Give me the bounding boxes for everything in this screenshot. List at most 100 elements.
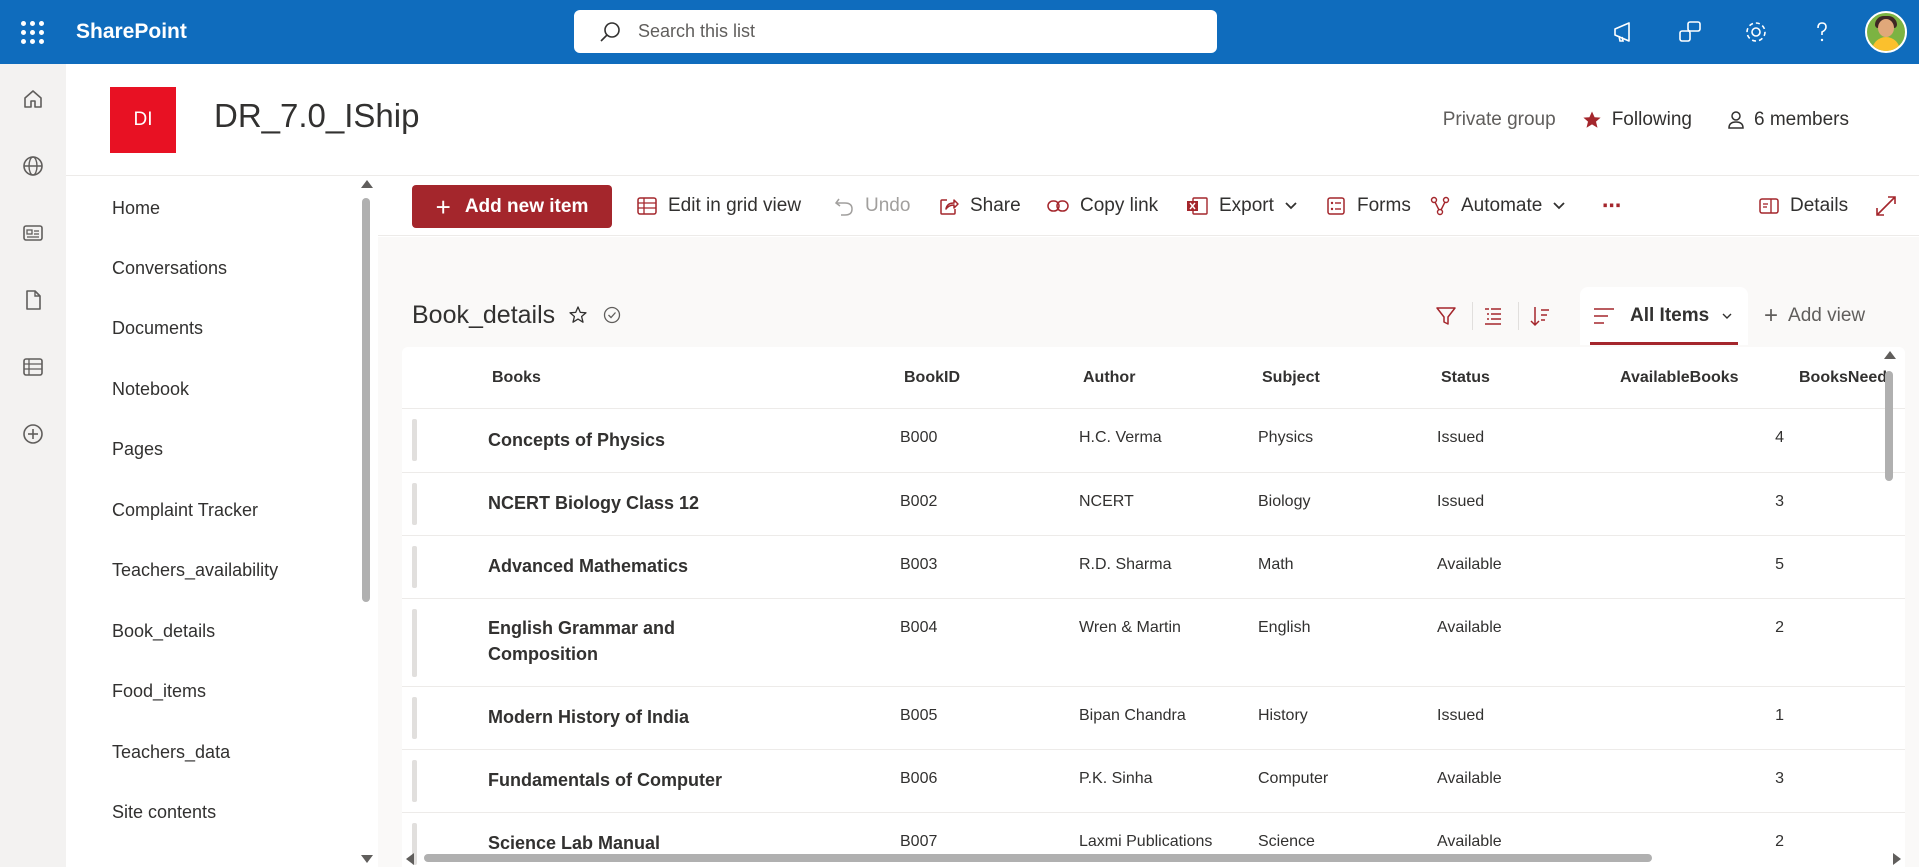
cell-author: Bipan Chandra xyxy=(1079,707,1186,724)
scroll-thumb[interactable] xyxy=(362,198,370,602)
cell-status: Available xyxy=(1437,770,1502,787)
nav-item-pages[interactable]: Pages xyxy=(112,439,163,460)
copy-link-button[interactable]: Copy link xyxy=(1046,176,1158,236)
scroll-thumb[interactable] xyxy=(1885,371,1893,481)
nav-item-teachers-availability[interactable]: Teachers_availability xyxy=(112,560,278,581)
scroll-left-icon[interactable] xyxy=(406,853,414,865)
table-row[interactable]: English Grammar and Composition B004 Wre… xyxy=(402,599,1905,687)
nav-item-documents[interactable]: Documents xyxy=(112,318,203,339)
group-by-button[interactable] xyxy=(1473,287,1513,345)
add-new-item-button[interactable]: + Add new item xyxy=(412,185,612,228)
nav-item-complaint-tracker[interactable]: Complaint Tracker xyxy=(112,500,258,521)
brand-name[interactable]: SharePoint xyxy=(76,20,187,44)
cell-bookid: B004 xyxy=(900,619,938,636)
cell-books[interactable]: English Grammar and Composition xyxy=(488,615,708,667)
column-header-availablebooks[interactable]: AvailableBooks xyxy=(1620,369,1739,387)
home-icon xyxy=(24,89,42,108)
details-label: Details xyxy=(1790,195,1849,216)
appbar-files[interactable] xyxy=(0,266,66,333)
row-select-handle[interactable] xyxy=(412,419,417,461)
expand-button[interactable] xyxy=(1874,176,1908,236)
settings-button[interactable] xyxy=(1723,0,1789,64)
cell-books[interactable]: Advanced Mathematics xyxy=(488,553,708,579)
filter-button[interactable] xyxy=(1426,287,1466,345)
active-view-indicator xyxy=(1590,342,1738,345)
row-select-handle[interactable] xyxy=(412,609,417,677)
site-logo[interactable]: DI xyxy=(110,87,176,153)
nav-item-site-contents[interactable]: Site contents xyxy=(112,802,216,823)
grid-vertical-scrollbar[interactable] xyxy=(1883,347,1896,867)
row-select-handle[interactable] xyxy=(412,483,417,525)
cell-available: 4 xyxy=(1775,429,1784,446)
feedback-button[interactable] xyxy=(1657,0,1723,64)
cell-subject: Math xyxy=(1258,556,1294,573)
more-actions-button[interactable]: ⋯ xyxy=(1602,176,1621,236)
cell-author: R.D. Sharma xyxy=(1079,556,1172,573)
nav-item-food-items[interactable]: Food_items xyxy=(112,681,206,702)
row-select-handle[interactable] xyxy=(412,760,417,802)
help-button[interactable] xyxy=(1789,0,1855,64)
column-header-booksneed[interactable]: BooksNeed xyxy=(1799,369,1887,387)
plus-icon: + xyxy=(435,191,451,222)
table-row[interactable]: Concepts of Physics B000 H.C. Verma Phys… xyxy=(402,409,1905,473)
table-row[interactable]: Modern History of India B005 Bipan Chand… xyxy=(402,687,1905,750)
column-header-author[interactable]: Author xyxy=(1083,369,1135,387)
scroll-thumb[interactable] xyxy=(424,854,1652,862)
undo-button[interactable]: Undo xyxy=(833,176,910,236)
details-button[interactable]: Details xyxy=(1758,176,1848,236)
add-view-button[interactable]: + Add view xyxy=(1764,287,1865,345)
sort-button[interactable] xyxy=(1520,287,1560,345)
scroll-up-icon[interactable] xyxy=(361,180,373,188)
members-button[interactable]: 6 members xyxy=(1726,109,1849,131)
site-title[interactable]: DR_7.0_IShip xyxy=(214,97,419,135)
edit-grid-label: Edit in grid view xyxy=(668,195,802,216)
export-button[interactable]: Export xyxy=(1185,176,1308,236)
cell-books[interactable]: Modern History of India xyxy=(488,704,708,730)
share-icon xyxy=(940,199,959,215)
nav-scrollbar[interactable] xyxy=(360,176,373,867)
scroll-down-icon[interactable] xyxy=(361,855,373,863)
automate-button[interactable]: Automate xyxy=(1429,176,1576,236)
table-row[interactable]: NCERT Biology Class 12 B002 NCERT Biolog… xyxy=(402,473,1905,536)
edit-grid-button[interactable]: Edit in grid view xyxy=(636,176,801,236)
nav-item-notebook[interactable]: Notebook xyxy=(112,379,189,400)
view-selector[interactable]: All Items xyxy=(1580,287,1748,345)
row-select-handle[interactable] xyxy=(412,697,417,739)
cell-books[interactable]: Fundamentals of Computer xyxy=(488,767,788,793)
follow-button[interactable]: Following xyxy=(1582,109,1692,131)
row-select-handle[interactable] xyxy=(412,546,417,588)
column-header-books[interactable]: Books xyxy=(492,369,541,387)
megaphone-button[interactable] xyxy=(1591,0,1657,64)
forms-button[interactable]: Forms xyxy=(1325,176,1411,236)
nav-item-home[interactable]: Home xyxy=(112,198,160,219)
forms-label: Forms xyxy=(1357,195,1411,216)
table-row[interactable]: Fundamentals of Computer B006 P.K. Sinha… xyxy=(402,750,1905,813)
avatar[interactable] xyxy=(1865,11,1907,53)
column-header-bookid[interactable]: BookID xyxy=(904,369,960,387)
table-row[interactable]: Advanced Mathematics B003 R.D. Sharma Ma… xyxy=(402,536,1905,599)
search-input[interactable] xyxy=(638,21,1198,42)
person-icon xyxy=(1728,111,1744,129)
app-launcher-button[interactable] xyxy=(0,0,64,64)
cell-subject: Physics xyxy=(1258,429,1314,446)
nav-item-teachers-data[interactable]: Teachers_data xyxy=(112,742,230,763)
appbar-home[interactable] xyxy=(0,65,66,132)
scroll-right-icon[interactable] xyxy=(1893,853,1901,865)
column-header-subject[interactable]: Subject xyxy=(1262,369,1320,387)
share-button[interactable]: Share xyxy=(938,176,1021,236)
scroll-up-icon[interactable] xyxy=(1884,351,1896,359)
column-header-status[interactable]: Status xyxy=(1441,369,1490,387)
cell-subject: Science xyxy=(1258,833,1315,850)
nav-item-conversations[interactable]: Conversations xyxy=(112,258,227,279)
cell-books[interactable]: Concepts of Physics xyxy=(488,427,708,453)
grid-horizontal-scrollbar[interactable] xyxy=(402,851,1905,865)
appbar-create[interactable] xyxy=(0,400,66,467)
nav-item-book-details[interactable]: Book_details xyxy=(112,621,215,642)
cell-status: Issued xyxy=(1437,493,1485,510)
cell-books[interactable]: NCERT Biology Class 12 xyxy=(488,490,708,516)
appbar-lists[interactable] xyxy=(0,333,66,400)
appbar-news[interactable] xyxy=(0,199,66,266)
cell-available: 1 xyxy=(1775,707,1784,724)
appbar-sites[interactable] xyxy=(0,132,66,199)
search-box[interactable] xyxy=(574,10,1217,53)
